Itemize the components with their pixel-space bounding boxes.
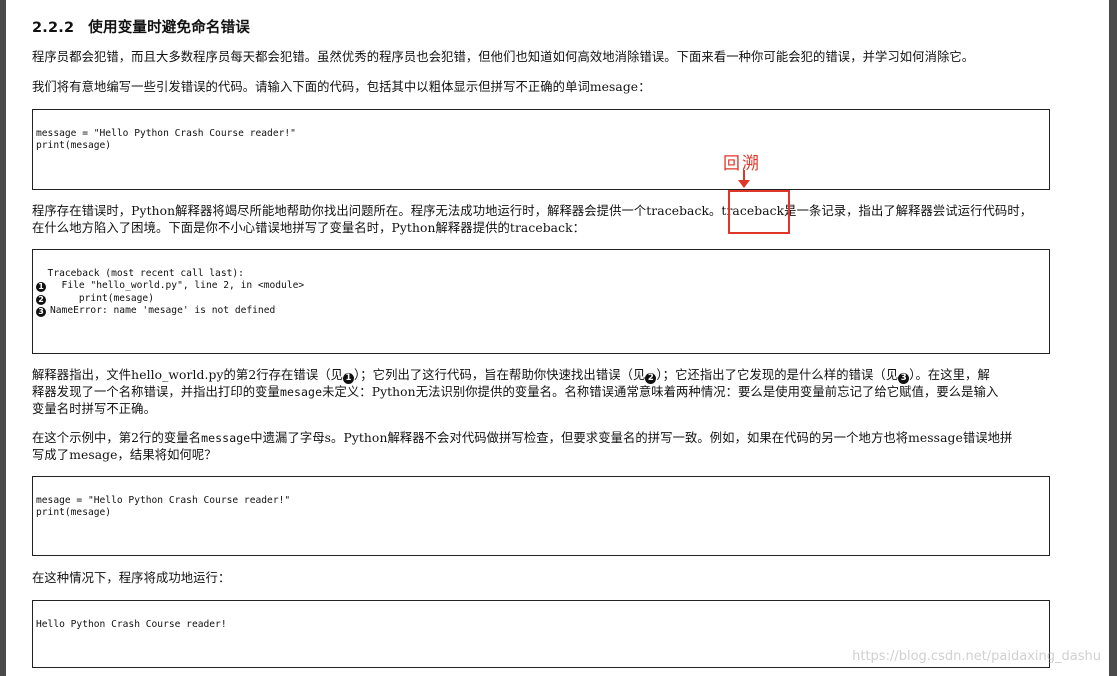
code-line: print(mesage)	[36, 507, 112, 519]
paragraph-example: 在这个示例中，第2行的变量名message中遗漏了字母s。Python解释器不会…	[32, 431, 1013, 462]
code-block-input: message = "Hello Python Crash Course rea…	[32, 109, 1050, 190]
inline-code: message	[201, 431, 251, 445]
code-line-1: 1 File "hello_world.py", line 2, in <mod…	[36, 280, 1049, 293]
code-line: Hello Python Crash Course reader!	[36, 618, 227, 630]
marker-2-icon: 2	[36, 294, 46, 305]
section-title: 使用变量时避免命名错误	[88, 20, 250, 36]
section-number: 2.2.2	[32, 20, 75, 36]
marker-2-icon: 2	[645, 373, 657, 384]
paragraph-traceback-explain: 程序存在错误时，Python解释器将竭尽所能地帮助你找出问题所在。程序无法成功地…	[32, 203, 1057, 237]
code-line-2: 2 print(mesage)	[36, 293, 1049, 306]
watermark: https://blog.csdn.net/paidaxing_dashu	[852, 649, 1101, 664]
paragraph-line: 在什么地方陷入了困境。下面是你不小心错误地拼写了变量名时，Python解释器提供…	[32, 221, 586, 235]
paragraph-line: 程序存在错误时，Python解释器将竭尽所能地帮助你找出问题所在。程序无法成功地…	[32, 204, 1033, 218]
code-line-3: 3 NameError: name 'mesage' is not defined	[36, 305, 1049, 318]
code-block-traceback: Traceback (most recent call last): 1 File…	[32, 249, 1050, 354]
code-block-consistent: mesage = "Hello Python Crash Course read…	[32, 476, 1050, 556]
paragraph-success: 在这种情况下，程序将成功地运行：	[32, 571, 231, 585]
document-page: 2.2.2 使用变量时避免命名错误 程序员都会犯错，而且大多数程序员每天都会犯错。…	[6, 0, 1109, 676]
marker-3-icon: 3	[898, 373, 910, 384]
paragraph-interpreter-explain: 解释器指出，文件hello_world.py的第2行存在错误（见 1 ）；它列出了这…	[32, 368, 999, 416]
marker-3-icon: 3	[36, 307, 46, 318]
annotation-highlight-box	[728, 190, 790, 234]
marker-1-icon: 1	[343, 373, 355, 384]
code-line: mesage = "Hello Python Crash Course read…	[36, 494, 291, 506]
code-line: Traceback (most recent call last):	[36, 267, 244, 279]
marker-1-icon: 1	[36, 282, 46, 293]
section-heading: 2.2.2 使用变量时避免命名错误	[32, 16, 250, 37]
paragraph-intro: 程序员都会犯错，而且大多数程序员每天都会犯错。虽然优秀的程序员也会犯错，但他们也…	[32, 50, 975, 64]
annotation-arrow-icon	[738, 170, 750, 188]
code-line: message = "Hello Python Crash Course rea…	[36, 127, 296, 139]
inline-code: mesage	[279, 385, 323, 399]
paragraph-instruction: 我们将有意地编写一些引发错误的代码。请输入下面的代码，包括其中以粗体显示但拼写不…	[32, 80, 651, 94]
code-line: print(mesage)	[36, 140, 112, 152]
